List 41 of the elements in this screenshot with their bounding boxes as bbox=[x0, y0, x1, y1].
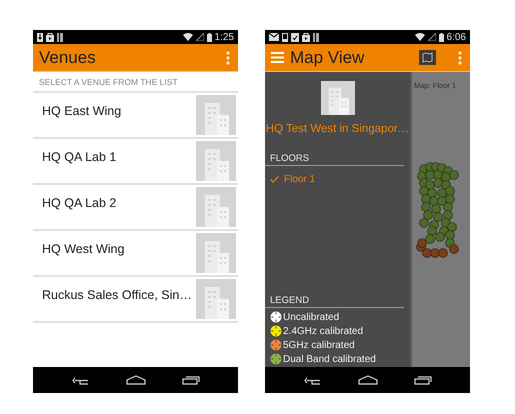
venue-name[interactable]: HQ QA Lab 2 bbox=[42, 185, 116, 210]
legend-label: Uncalibrated bbox=[283, 312, 340, 322]
barcode-icon bbox=[57, 32, 63, 42]
download-icon bbox=[37, 32, 43, 42]
wifi-icon bbox=[414, 33, 425, 41]
signal-icon bbox=[428, 33, 436, 41]
section-heading: FLOORS bbox=[265, 153, 404, 166]
signal-icon bbox=[196, 33, 204, 41]
legend-label: Dual Band calibrated bbox=[283, 354, 376, 364]
recent-apps-icon[interactable] bbox=[414, 375, 432, 385]
screen-title: Venues bbox=[39, 48, 97, 68]
building-icon bbox=[320, 81, 354, 115]
home-icon[interactable] bbox=[126, 375, 146, 385]
back-icon[interactable] bbox=[304, 376, 322, 384]
back-icon[interactable] bbox=[72, 376, 90, 384]
bag-icon bbox=[46, 32, 54, 42]
map-icon[interactable] bbox=[419, 50, 436, 65]
wifi-icon bbox=[182, 33, 193, 41]
venue-name[interactable]: Ruckus Sales Office, Sin… bbox=[42, 277, 192, 302]
bag-icon bbox=[302, 32, 310, 42]
venue-name: HQ Test West in Singapor… bbox=[265, 122, 410, 135]
clipboard-check-icon bbox=[291, 32, 299, 42]
venue-name[interactable]: HQ QA Lab 1 bbox=[42, 139, 116, 164]
venue-name[interactable]: HQ East Wing bbox=[42, 93, 122, 118]
mail-icon bbox=[269, 33, 279, 41]
clock: 1:25 bbox=[214, 32, 234, 42]
checkmark-icon bbox=[270, 176, 279, 183]
barcode-icon bbox=[313, 32, 319, 42]
recent-apps-icon[interactable] bbox=[182, 375, 200, 385]
legend-label: 5GHz calibrated bbox=[283, 340, 355, 350]
home-icon[interactable] bbox=[358, 375, 378, 385]
battery-icon bbox=[438, 32, 444, 42]
list-subtitle: SELECT A VENUE FROM THE LIST bbox=[33, 72, 238, 93]
clock: 6:06 bbox=[446, 32, 466, 42]
screen-title: Map View bbox=[290, 48, 366, 68]
phone-icon bbox=[282, 32, 288, 42]
section-heading: LEGEND bbox=[265, 295, 404, 308]
battery-icon bbox=[206, 32, 212, 42]
venue-name[interactable]: HQ West Wing bbox=[42, 231, 124, 256]
legend-label: 2.4GHz calibrated bbox=[283, 326, 364, 336]
menu-icon[interactable] bbox=[271, 52, 284, 63]
